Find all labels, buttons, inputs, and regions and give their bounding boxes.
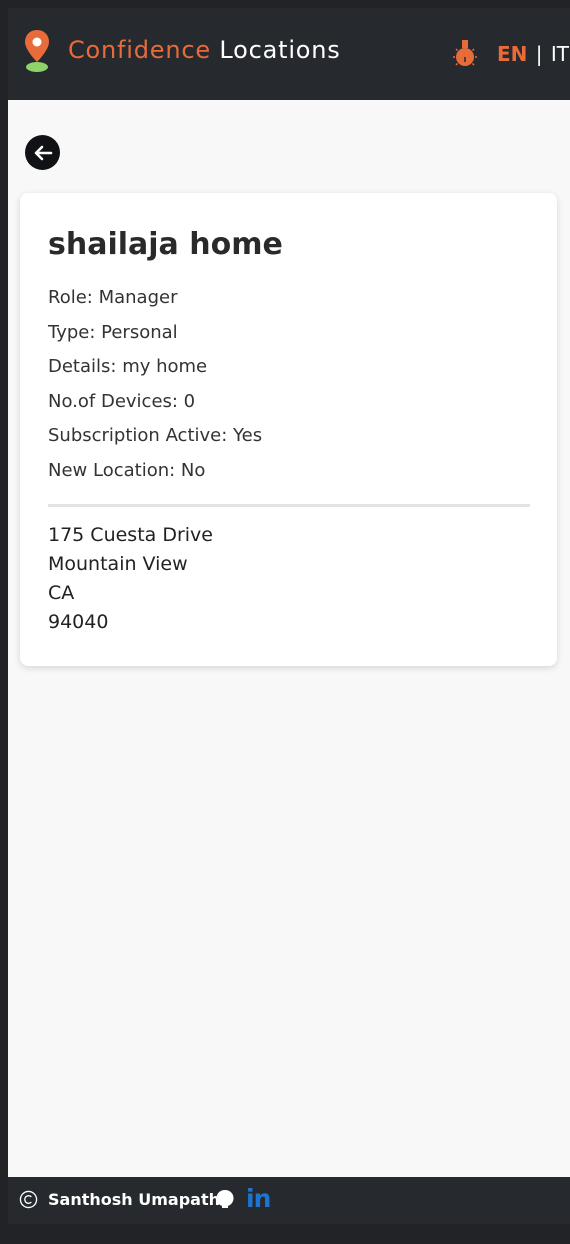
lang-en-button[interactable]: EN: [497, 42, 527, 66]
back-arrow-icon: [34, 145, 52, 160]
map-pin-icon: [25, 30, 49, 72]
location-title: shailaja home: [48, 227, 283, 262]
back-button[interactable]: [25, 135, 60, 170]
header: Confidence Locations EN | IT: [8, 8, 570, 100]
lang-separator: |: [535, 42, 543, 66]
bulb-icon[interactable]: [452, 38, 478, 70]
detail-details: Details: my home: [48, 356, 208, 378]
divider: [48, 504, 530, 507]
linkedin-icon[interactable]: in: [246, 1184, 271, 1213]
detail-type: Type: Personal: [48, 321, 178, 343]
app-brand[interactable]: Confidence Locations: [68, 36, 341, 64]
detail-new-location: New Location: No: [48, 459, 206, 481]
address-state: CA: [48, 582, 75, 604]
address-zip: 94040: [48, 611, 109, 633]
detail-devices: No.of Devices: 0: [48, 390, 196, 412]
address-street: 175 Cuesta Drive: [48, 524, 213, 546]
address-block: 175 Cuesta Drive Mountain View CA 94040: [48, 524, 213, 640]
location-card: shailaja home Role: Manager Type: Person…: [20, 193, 557, 666]
location-details: Role: Manager Type: Personal Details: my…: [48, 287, 262, 495]
footer: Santhosh Umapathi in: [8, 1177, 570, 1224]
app-frame: Confidence Locations EN | IT shailaja ho…: [8, 8, 570, 1224]
github-icon[interactable]: [215, 1189, 235, 1209]
brand-locations: Locations: [219, 36, 341, 64]
language-switcher: EN | IT: [497, 42, 569, 66]
brand-confidence: Confidence: [68, 36, 211, 64]
lang-it-button[interactable]: IT: [551, 42, 569, 66]
footer-author: Santhosh Umapathi: [48, 1190, 226, 1209]
address-city: Mountain View: [48, 553, 188, 575]
detail-subscription: Subscription Active: Yes: [48, 425, 263, 447]
detail-role: Role: Manager: [48, 287, 178, 308]
copyright-icon: [19, 1190, 38, 1209]
